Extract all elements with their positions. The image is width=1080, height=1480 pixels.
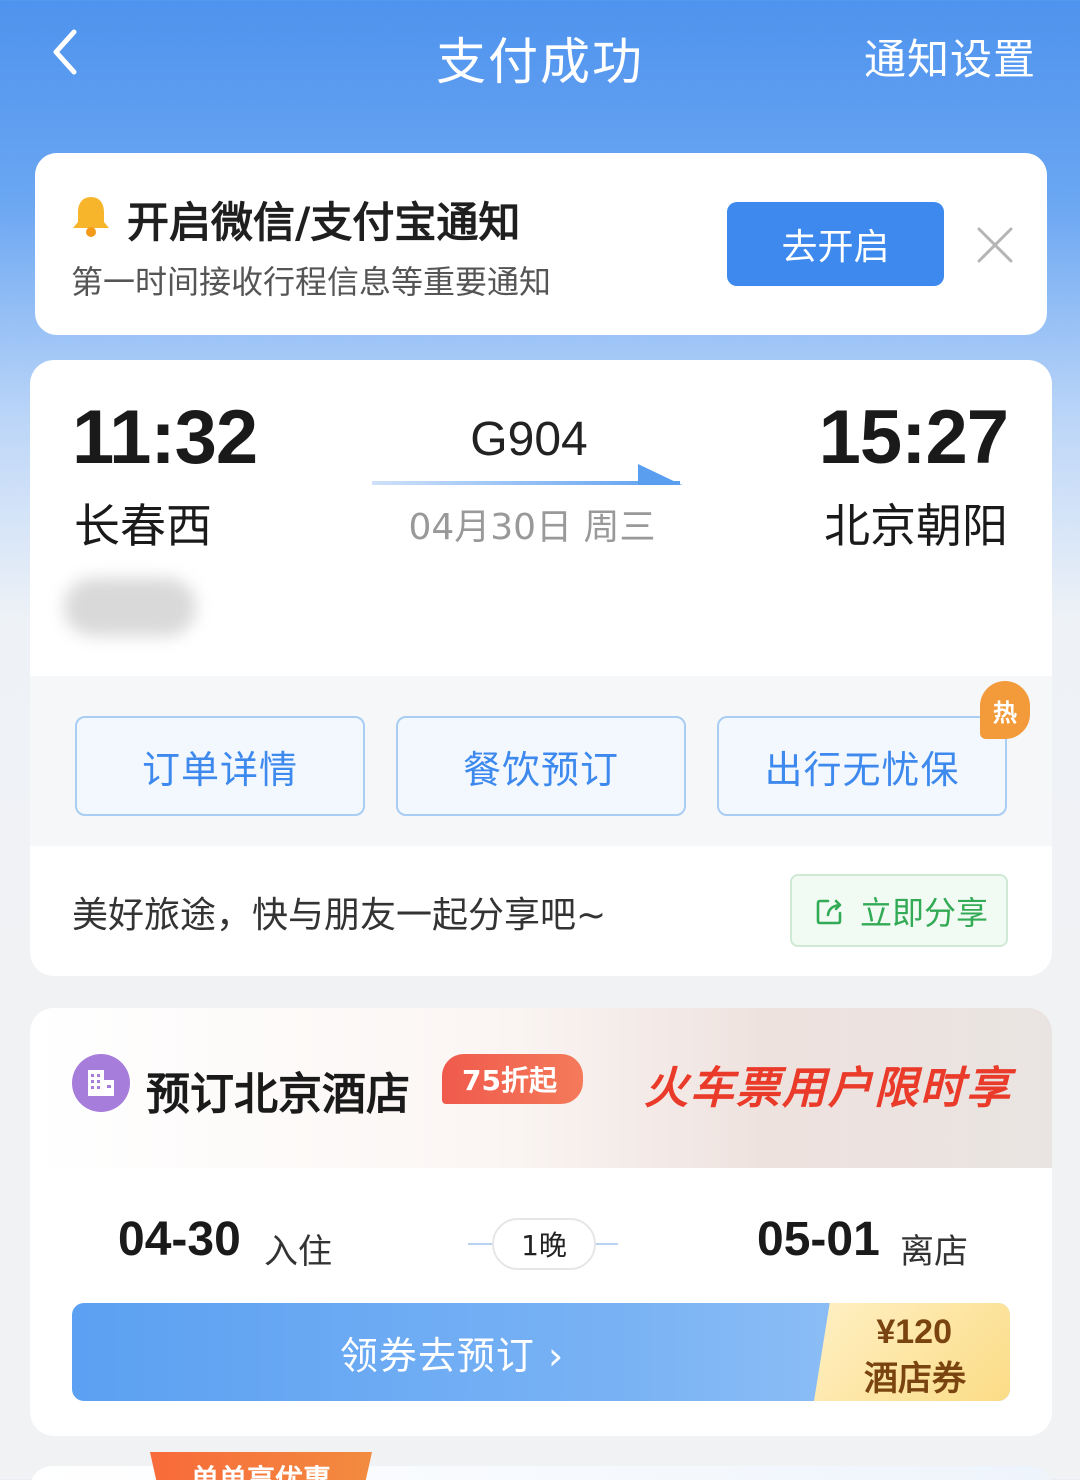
checkout-date: 05-01: [757, 1213, 880, 1266]
travel-date: 04月30日 周三: [408, 507, 656, 548]
hotel-title: 预订北京酒店: [146, 1069, 410, 1120]
meal-booking-button[interactable]: 餐饮预订: [396, 716, 686, 816]
hotel-coupon: ¥120 酒店券: [814, 1303, 1010, 1401]
share-button-label: 立即分享: [860, 893, 989, 932]
coupon-amount: ¥120: [876, 1313, 952, 1351]
hotel-banner[interactable]: 预订北京酒店 75折起 火车票用户限时享: [30, 1008, 1052, 1168]
discount-badge: 75折起: [442, 1054, 583, 1104]
notice-subtitle: 第一时间接收行程信息等重要通知: [71, 263, 552, 301]
train-number: G904: [470, 413, 588, 466]
route-arrow-icon: [372, 464, 682, 485]
coupon-name: 酒店券: [864, 1359, 966, 1399]
hotel-promo-card: 预订北京酒店 75折起 火车票用户限时享 04-30 入住 1晚 05-01 离…: [30, 1008, 1052, 1436]
promo-slogan: 火车票用户限时享: [644, 1063, 1012, 1114]
stay-dates[interactable]: 04-30 入住 1晚 05-01 离店: [30, 1208, 1052, 1278]
arrival-station: 北京朝阳: [824, 499, 1008, 553]
departure-station: 长春西: [74, 499, 212, 553]
top-bar: 支付成功 通知设置: [0, 0, 1080, 110]
departure-time: 11:32: [72, 395, 258, 480]
notification-settings-link[interactable]: 通知设置: [864, 26, 1036, 87]
train-ticket-card: 11:32 长春西 G904 04月30日 周三 15:27 北京朝阳 订单详情…: [30, 360, 1052, 976]
order-details-button[interactable]: 订单详情: [75, 716, 365, 816]
share-button[interactable]: 立即分享: [790, 874, 1008, 947]
bell-icon: [73, 197, 109, 237]
book-button-label: 领券去预订 ›: [339, 1333, 565, 1378]
enable-notification-button[interactable]: 去开启: [727, 202, 944, 286]
close-icon[interactable]: [975, 225, 1015, 265]
hot-badge: 热: [980, 681, 1030, 739]
nights-count: 1晚: [492, 1218, 596, 1270]
trip-actions: 订单详情 餐饮预订 出行无忧保 热: [30, 676, 1052, 846]
blurred-passenger-info: [64, 578, 196, 636]
deal-badge: 单单享优惠: [150, 1452, 372, 1480]
claim-coupon-book-button[interactable]: 领券去预订 › ¥120 酒店券: [72, 1303, 1010, 1401]
share-prompt: 美好旅途，快与朋友一起分享吧~: [72, 895, 607, 936]
travel-insurance-button[interactable]: 出行无忧保: [717, 716, 1007, 816]
checkin-date: 04-30: [118, 1213, 241, 1266]
hotel-icon: [72, 1054, 130, 1112]
notification-prompt-card: 开启微信/支付宝通知 第一时间接收行程信息等重要通知 去开启: [35, 153, 1047, 335]
arrival-time: 15:27: [818, 395, 1009, 480]
checkout-label: 离店: [900, 1232, 968, 1272]
checkin-label: 入住: [264, 1232, 332, 1272]
notice-title: 开启微信/支付宝通知: [127, 198, 521, 247]
share-icon: [816, 899, 842, 924]
